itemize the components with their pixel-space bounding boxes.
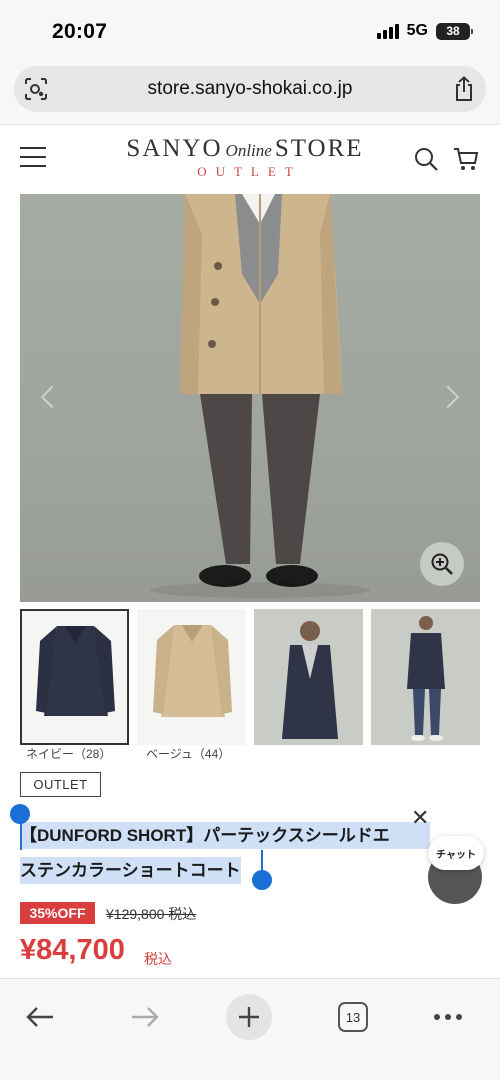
menu-icon[interactable] [20,147,46,167]
signal-icon [376,23,399,39]
address-bar[interactable]: store.sanyo-shokai.co.jp [14,66,486,112]
thumbnail-navy[interactable] [20,609,130,745]
share-icon[interactable] [442,67,486,111]
outlet-badge: OUTLET [20,772,101,797]
chat-label[interactable]: チャット [428,836,484,870]
browser-toolbar: store.sanyo-shokai.co.jp [0,62,500,124]
site-header: SANYO Online STORE OUTLET [0,124,500,194]
status-indicators: 5G 38 [376,22,473,40]
logo-main: SANYO Online STORE [120,135,370,163]
network-type: 5G [406,22,428,39]
new-tab-button[interactable] [226,994,272,1040]
plus-icon [239,1007,259,1027]
selection-start-bar [20,822,22,850]
discount-badge: 35%OFF [20,902,95,924]
more-options-icon[interactable] [420,989,476,1045]
status-bar: 20:07 5G 38 [0,0,500,62]
forward-arrow-icon[interactable] [117,989,173,1045]
selection-end-handle[interactable] [252,870,272,890]
browser-bottom-bar: 13 [0,978,500,1080]
logo-online: Online [225,141,272,160]
swatch-label-beige[interactable]: ベージュ（44） [146,745,230,762]
product-title[interactable]: 【DUNFORD SHORT】パーテックスシールドエ ステンカラーショートコート [20,822,480,884]
product-main-image[interactable] [20,194,480,602]
back-arrow-icon[interactable] [12,989,68,1045]
search-icon[interactable] [412,145,440,173]
battery-level: 38 [446,24,460,38]
tab-switcher-button[interactable]: 13 [325,989,381,1045]
color-swatch-labels: ネイビー（28） ベージュ（44） [26,745,230,762]
logo-sub: OUTLET [197,164,302,179]
tabs-count: 13 [338,1002,368,1032]
zoom-icon[interactable] [420,542,464,586]
original-price: ¥129,800 税込 [106,906,197,922]
selection-start-handle[interactable] [10,804,30,824]
page-tools-icon[interactable] [14,67,58,111]
product-title-line2: ステンカラーショートコート [20,857,241,884]
battery-icon: 38 [436,22,473,40]
price-tax-label: 税込 [144,951,172,967]
swatch-label-navy[interactable]: ネイビー（28） [26,745,146,762]
cart-icon[interactable] [452,145,480,173]
thumbnail-model-front[interactable] [254,609,364,745]
chat-close-icon[interactable]: ✕ [411,805,429,831]
thumbnail-beige[interactable] [137,609,247,745]
status-time: 20:07 [52,20,108,43]
logo-right: STORE [274,135,364,162]
logo-left: SANYO [126,135,223,162]
url-text[interactable]: store.sanyo-shokai.co.jp [58,78,442,100]
thumbnail-strip [20,609,480,745]
sale-price: ¥84,700 [20,934,125,966]
thumbnail-model-full[interactable] [371,609,480,745]
product-title-line1: 【DUNFORD SHORT】パーテックスシールドエ [20,822,430,849]
site-logo[interactable]: SANYO Online STORE OUTLET [120,135,370,180]
